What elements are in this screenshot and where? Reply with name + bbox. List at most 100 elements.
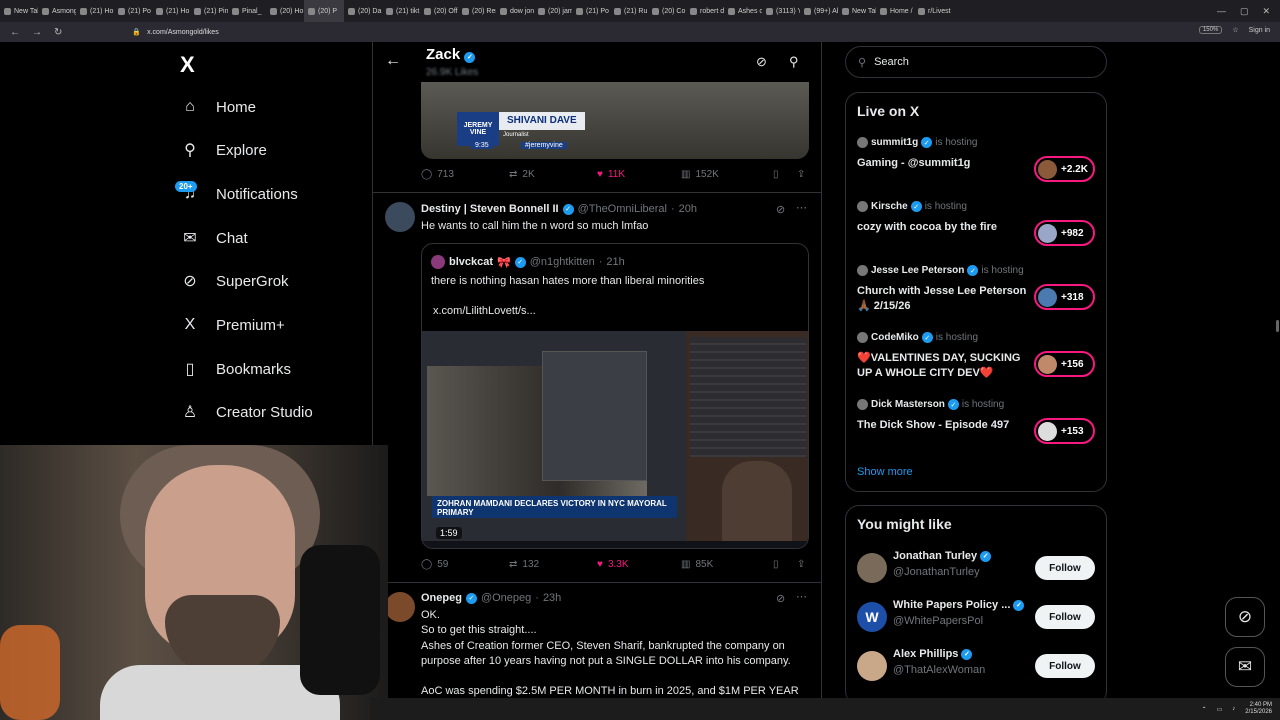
browser-tab[interactable]: (20) Rem <box>458 0 496 22</box>
suggested-account[interactable]: Alex Phillips ✓ @ThatAlexWoman Follow <box>857 648 1097 684</box>
live-host-row[interactable]: CodeMiko ✓ is hosting <box>857 332 978 343</box>
zoom-level[interactable]: 150% <box>1198 26 1223 34</box>
avatar[interactable] <box>385 202 415 232</box>
like-button[interactable]: ♥ 3.3K <box>597 559 681 570</box>
browser-tab[interactable]: Asmong <box>38 0 76 22</box>
browser-tab[interactable]: (21) Pin <box>190 0 228 22</box>
browser-tab[interactable]: (3113) Y <box>762 0 800 22</box>
reply-button[interactable]: ◯ 59 <box>421 559 509 570</box>
repost-button[interactable]: ⇄ 2K <box>509 169 597 180</box>
nav-item-notifications[interactable]: ♫ Notifications <box>180 184 298 204</box>
browser-tab[interactable]: (21) Ru <box>610 0 648 22</box>
search-icon[interactable]: ⚲ <box>789 54 799 70</box>
bookmark-button[interactable]: ▯ <box>773 559 797 570</box>
back-arrow-icon[interactable]: ← <box>385 52 401 70</box>
tray-icon[interactable]: ⌃ <box>1202 706 1207 713</box>
live-listeners-pill[interactable]: +156 <box>1034 351 1095 377</box>
timestamp[interactable]: 23h <box>543 592 561 604</box>
back-icon[interactable]: ← <box>10 27 20 38</box>
reply-button[interactable]: ◯ 713 <box>421 169 509 180</box>
handle[interactable]: @Onepeg <box>481 592 531 604</box>
suggested-account[interactable]: W White Papers Policy ... ✓ @WhitePapersPol… <box>857 599 1097 635</box>
live-title[interactable]: Church with Jesse Lee Peterson 🙏🏾 2/15/2… <box>857 284 1029 314</box>
follow-button[interactable]: Follow <box>1035 654 1095 678</box>
grok-icon[interactable]: ⊘ <box>776 203 785 216</box>
views-button[interactable]: ▥ 152K <box>681 169 773 180</box>
x-logo[interactable]: X <box>180 52 195 78</box>
forward-icon[interactable]: → <box>32 27 42 38</box>
clock[interactable]: 2:40 PM 2/15/2026 <box>1245 702 1272 716</box>
quote-link[interactable]: x.com/LilithLovett/s... <box>433 305 536 317</box>
sign-in-button[interactable]: Sign in <box>1249 27 1270 34</box>
browser-tab[interactable]: (21) Ho <box>152 0 190 22</box>
url-text[interactable]: x.com/Asmongold/likes <box>147 29 219 36</box>
browser-tab[interactable]: (21) Po <box>114 0 152 22</box>
live-listeners-pill[interactable]: +318 <box>1034 284 1095 310</box>
volume-icon[interactable]: ♪ <box>1232 706 1235 712</box>
browser-tab[interactable]: (99+) Al <box>800 0 838 22</box>
browser-tab[interactable]: robert d <box>686 0 724 22</box>
display-name[interactable]: Onepeg <box>421 592 462 604</box>
browser-tab[interactable]: (20) Offi <box>420 0 458 22</box>
quote-video[interactable]: ZOHRAN MAMDANI DECLARES VICTORY IN NYC M… <box>422 331 808 548</box>
live-listeners-pill[interactable]: +153 <box>1034 418 1095 444</box>
browser-tab[interactable]: New Tab <box>0 0 38 22</box>
live-host-row[interactable]: Dick Masterson ✓ is hosting <box>857 399 1004 410</box>
reload-icon[interactable]: ↻ <box>54 27 62 38</box>
follow-button[interactable]: Follow <box>1035 605 1095 629</box>
grok-fab-button[interactable]: ⊘ <box>1225 597 1265 637</box>
live-listeners-pill[interactable]: +2.2K <box>1034 156 1095 182</box>
display-name[interactable]: Destiny | Steven Bonnell II <box>421 203 559 215</box>
like-button[interactable]: ♥ 11K <box>597 169 681 180</box>
browser-tab[interactable]: Home / <box>876 0 914 22</box>
nav-item-creator-studio[interactable]: ♙ Creator Studio <box>180 402 313 422</box>
show-more-link[interactable]: Show more <box>857 466 913 478</box>
browser-tab[interactable]: New Tab <box>838 0 876 22</box>
maximize-icon[interactable]: ▢ <box>1240 6 1249 17</box>
grok-icon[interactable]: ⊘ <box>776 592 785 605</box>
suggested-account[interactable]: Jonathan Turley ✓ @JonathanTurley Follow <box>857 550 1097 586</box>
live-host-row[interactable]: Jesse Lee Peterson ✓ is hosting <box>857 265 1024 276</box>
live-host-row[interactable]: summit1g ✓ is hosting <box>857 137 977 148</box>
views-button[interactable]: ▥ 85K <box>681 559 773 570</box>
nav-item-supergrok[interactable]: ⊘ SuperGrok <box>180 271 288 291</box>
browser-tab[interactable]: r/Livest <box>914 0 952 22</box>
browser-tab[interactable]: (20) Co <box>648 0 686 22</box>
nav-item-explore[interactable]: ⚲ Explore <box>180 140 267 160</box>
live-host-row[interactable]: Kirsche ✓ is hosting <box>857 201 967 212</box>
nav-item-premium[interactable]: X Premium+ <box>180 315 285 335</box>
live-title[interactable]: Gaming - @summit1g <box>857 156 1029 171</box>
nav-item-bookmarks[interactable]: ▯ Bookmarks <box>180 359 291 379</box>
bookmark-button[interactable]: ▯ <box>773 169 797 180</box>
live-title[interactable]: The Dick Show - Episode 497 <box>857 418 1029 433</box>
follow-button[interactable]: Follow <box>1035 556 1095 580</box>
browser-tab[interactable]: (20) jam <box>534 0 572 22</box>
handle[interactable]: @TheOmniLiberal <box>578 203 667 215</box>
browser-tab[interactable]: (21) tikt <box>382 0 420 22</box>
share-button[interactable]: ⇪ <box>797 559 805 570</box>
tweet-video[interactable]: JEREMY VINE SHIVANI DAVE Journalist 9:35… <box>421 82 809 159</box>
grok-icon[interactable]: ⊘ <box>756 54 767 70</box>
more-options-icon[interactable]: ⋯ <box>796 590 807 603</box>
live-title[interactable]: ❤️VALENTINES DAY, SUCKING UP A WHOLE CIT… <box>857 351 1029 381</box>
browser-tab[interactable]: (20) Ho <box>266 0 304 22</box>
star-icon[interactable]: ☆ <box>1232 26 1238 34</box>
network-icon[interactable]: ▭ <box>1217 706 1223 713</box>
browser-tab[interactable]: (21) Ho <box>76 0 114 22</box>
quoted-tweet[interactable]: blvckcat 🎀 ✓ @n1ghtkitten · 21h there is… <box>421 243 809 549</box>
browser-tab[interactable]: Ashes o <box>724 0 762 22</box>
repost-button[interactable]: ⇄ 132 <box>509 559 597 570</box>
browser-tab[interactable]: dow jon <box>496 0 534 22</box>
search-input[interactable]: ⚲ Search <box>845 46 1107 78</box>
live-title[interactable]: cozy with cocoa by the fire <box>857 220 1029 235</box>
browser-tab[interactable]: (20) Da <box>344 0 382 22</box>
messages-fab-button[interactable]: ✉ <box>1225 647 1265 687</box>
browser-tab[interactable]: (21) Po <box>572 0 610 22</box>
avatar[interactable] <box>385 592 415 622</box>
timestamp[interactable]: 20h <box>679 203 697 215</box>
browser-tab[interactable]: (20) P <box>304 0 344 22</box>
scrollbar-thumb[interactable] <box>1276 320 1279 332</box>
nav-item-chat[interactable]: ✉ Chat <box>180 228 247 248</box>
close-icon[interactable]: ✕ <box>1262 6 1270 17</box>
browser-tab[interactable]: Pinal_ <box>228 0 266 22</box>
